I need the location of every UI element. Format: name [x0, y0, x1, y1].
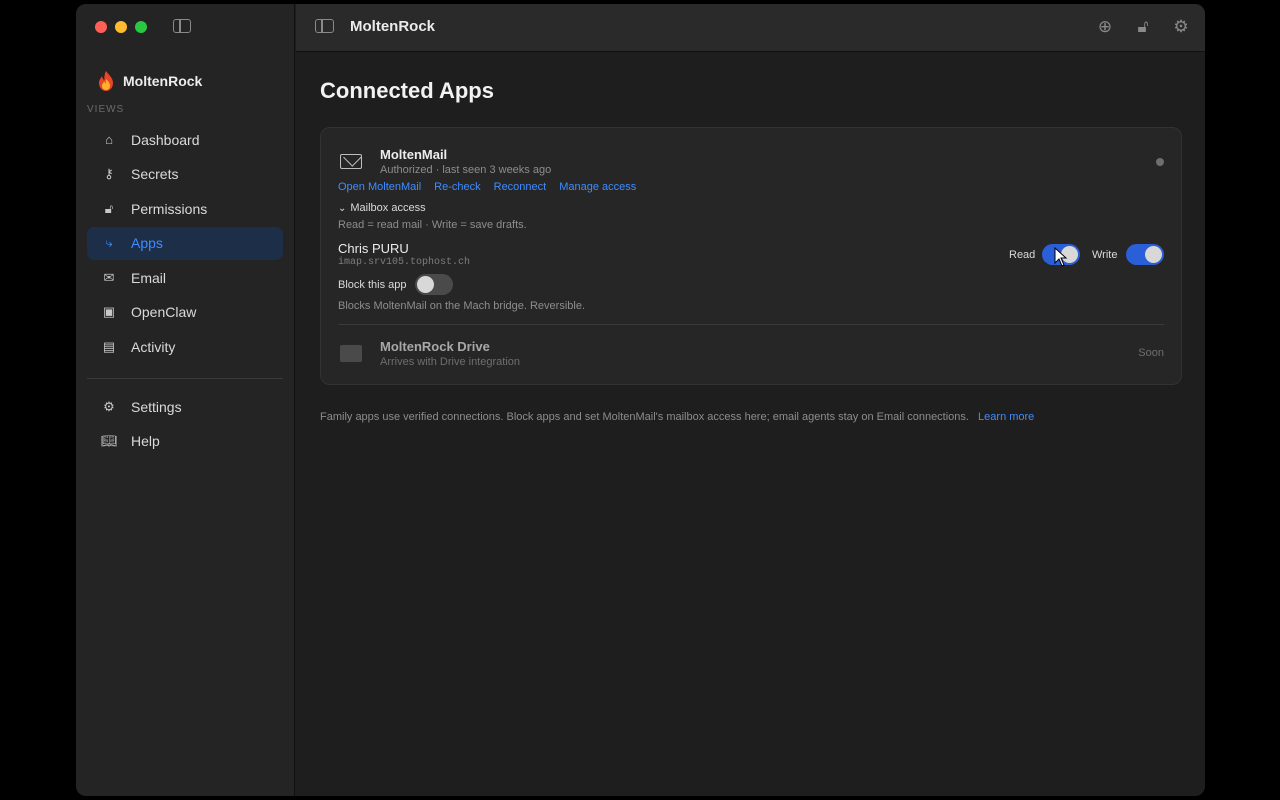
sidebar-item-apps[interactable]: ⤷ Apps: [87, 226, 283, 260]
zoom-button[interactable]: [135, 21, 147, 33]
toggle-knob: [417, 276, 434, 293]
drive-status: Soon: [1138, 347, 1164, 359]
block-description: Blocks MoltenMail on the Mach bridge. Re…: [338, 300, 586, 312]
footer-text: Family apps use verified connections. Bl…: [320, 411, 969, 423]
unlock-icon: 🔓︎: [104, 200, 114, 216]
primary-nav: ⌂ Dashboard ⚷ Secrets 🔓︎ Permissions ⤷ A…: [87, 123, 283, 365]
book-icon: 📖︎: [101, 433, 118, 449]
section-label: VIEWS: [87, 104, 125, 115]
manage-access-link[interactable]: Manage access: [559, 181, 636, 193]
account-host: imap.srv105.tophost.ch: [338, 257, 471, 268]
house-icon: ⌂: [105, 132, 113, 147]
chevron-down-icon: ⌄: [338, 202, 347, 214]
toggle-knob: [1145, 246, 1162, 263]
sidebar-item-label: Secrets: [131, 166, 179, 183]
status-indicator: [1156, 158, 1164, 166]
envelope-icon: ✉: [103, 269, 115, 285]
disclosure-label: Mailbox access: [350, 202, 426, 214]
drive-subtitle: Arrives with Drive integration: [380, 356, 520, 368]
sidebar-item-label: Dashboard: [131, 131, 200, 148]
sidebar-item-label: Activity: [131, 339, 176, 356]
minimize-button[interactable]: [115, 21, 127, 33]
footer-note: Family apps use verified connections. Bl…: [320, 411, 1034, 423]
write-toggle[interactable]: [1126, 244, 1164, 265]
open-app-link[interactable]: Open MoltenMail: [338, 181, 421, 193]
sidebar-item-dashboard[interactable]: ⌂ Dashboard: [87, 123, 283, 156]
sidebar-item-permissions[interactable]: 🔓︎ Permissions: [87, 192, 283, 225]
folder-icon: [340, 345, 362, 362]
sidebar-item-secrets[interactable]: ⚷ Secrets: [87, 158, 283, 191]
unlock-icon[interactable]: 🔓︎: [1133, 17, 1153, 37]
write-label: Write: [1092, 249, 1118, 261]
key-icon: ⚷: [104, 166, 114, 182]
block-app-toggle[interactable]: [415, 274, 453, 295]
sidebar-item-settings[interactable]: ⚙ Settings: [87, 390, 283, 423]
sidebar-item-label: Help: [131, 433, 160, 450]
envelope-icon: [340, 154, 362, 169]
sidebar: MoltenRock VIEWS ⌂ Dashboard ⚷ Secrets 🔓…: [76, 4, 295, 796]
reconnect-link[interactable]: Reconnect: [494, 181, 547, 193]
toolbar-title: MoltenRock: [350, 18, 436, 35]
read-label: Read: [1009, 249, 1036, 261]
drive-name: MoltenRock Drive: [380, 339, 490, 354]
app-name: MoltenMail: [380, 147, 448, 162]
disclosure-description: Read = read mail · Write = save drafts.: [338, 219, 527, 231]
sidebar-item-label: Apps: [131, 235, 163, 252]
sidebar-toggle-icon[interactable]: [315, 19, 334, 33]
add-icon[interactable]: ⊕: [1095, 17, 1115, 37]
sidebar-item-label: Email: [131, 269, 167, 286]
clipboard-icon: ▤: [102, 339, 116, 355]
window-controls: [95, 21, 147, 33]
sidebar-item-label: Permissions: [131, 200, 208, 217]
sidebar-item-label: Settings: [131, 398, 182, 415]
app-actions: Open MoltenMail Re-check Reconnect Manag…: [338, 181, 636, 193]
sidebar-item-openclaw[interactable]: ▣ OpenClaw: [87, 296, 283, 329]
secondary-nav: ⚙ Settings 📖︎ Help: [87, 390, 283, 459]
app-window: MoltenRock VIEWS ⌂ Dashboard ⚷ Secrets 🔓…: [76, 4, 1205, 796]
recheck-link[interactable]: Re-check: [434, 181, 480, 193]
sidebar-item-label: OpenClaw: [131, 304, 197, 321]
sidebar-divider: [87, 378, 283, 379]
flame-logo-icon: [99, 71, 113, 91]
toolbar: MoltenRock ⊕ 🔓︎ ⚙: [296, 4, 1205, 52]
brand-name: MoltenRock: [123, 73, 203, 89]
sidebar-toggle-icon[interactable]: [173, 19, 191, 33]
sidebar-item-email[interactable]: ✉ Email: [87, 261, 283, 294]
brand: MoltenRock: [95, 70, 202, 92]
gear-icon[interactable]: ⚙: [1171, 17, 1191, 37]
connected-apps-card: MoltenMail Authorized · last seen 3 week…: [320, 127, 1182, 385]
learn-more-link[interactable]: Learn more: [978, 411, 1034, 423]
page-title: Connected Apps: [320, 78, 494, 103]
close-button[interactable]: [95, 21, 107, 33]
mouse-pointer-icon: [1054, 247, 1068, 267]
chip-icon: ▣: [102, 304, 116, 320]
app-status: Authorized · last seen 3 weeks ago: [380, 164, 552, 176]
sidebar-item-activity[interactable]: ▤ Activity: [87, 331, 283, 364]
block-label: Block this app: [338, 279, 407, 291]
graph-icon: ⤷: [105, 235, 113, 251]
card-divider: [338, 324, 1164, 325]
account-name: Chris PURU: [338, 241, 409, 256]
gear-icon: ⚙: [103, 398, 115, 414]
mailbox-access-disclosure[interactable]: ⌄ Mailbox access: [338, 202, 426, 214]
main-content: MoltenRock ⊕ 🔓︎ ⚙ Connected Apps MoltenM…: [296, 4, 1205, 796]
sidebar-item-help[interactable]: 📖︎ Help: [87, 425, 283, 458]
toolbar-actions: ⊕ 🔓︎ ⚙: [1095, 17, 1191, 37]
